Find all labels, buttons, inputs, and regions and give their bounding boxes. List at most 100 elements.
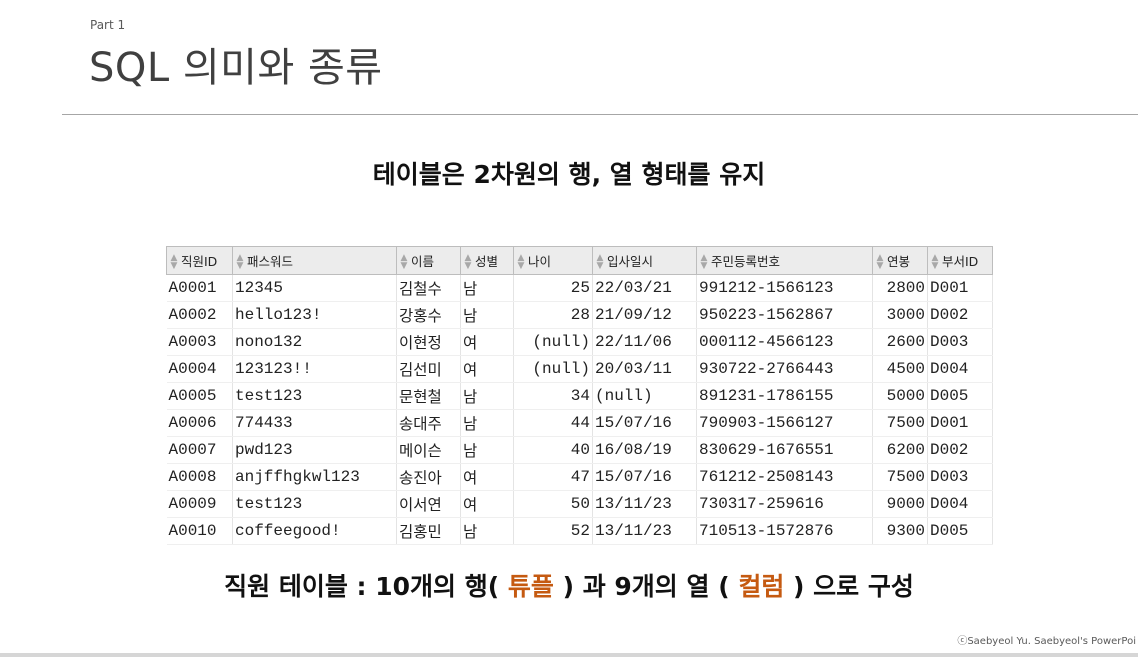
cell-resident-number[interactable]: 830629-1676551 [696, 436, 873, 464]
cell-password[interactable]: nono132 [232, 328, 397, 356]
table-row[interactable]: A0010 coffeegood! 김홍민 남 52 13/11/23 710513-157… [166, 517, 993, 545]
sort-arrows-icon[interactable]: ▲ ▼ [463, 254, 473, 271]
cell-salary[interactable]: 9300 [872, 517, 928, 545]
cell-hire-date[interactable]: 16/08/19 [592, 436, 697, 464]
cell-gender[interactable]: 남 [460, 274, 514, 302]
cell-hire-date[interactable]: 21/09/12 [592, 301, 697, 329]
table-row[interactable]: A0005 test123 문현철 남 34 (null) 891231-1786155 50… [166, 382, 993, 410]
cell-salary[interactable]: 9000 [872, 490, 928, 518]
cell-name[interactable]: 문현철 [396, 382, 461, 410]
cell-department-id[interactable]: D005 [927, 517, 993, 545]
cell-password[interactable]: 123123!! [232, 355, 397, 383]
table-row[interactable]: A0009 test123 이서연 여 50 13/11/23 730317-259616 9… [166, 490, 993, 518]
cell-gender[interactable]: 남 [460, 409, 514, 437]
sort-arrows-icon[interactable]: ▲ ▼ [595, 254, 605, 271]
cell-employee-id[interactable]: A0003 [166, 328, 233, 356]
column-header-gender[interactable]: ▲ ▼ 성별 [460, 246, 514, 275]
cell-name[interactable]: 이서연 [396, 490, 461, 518]
table-row[interactable]: A0008 anjffhgkwl123 송진아 여 47 15/07/16 761212-2… [166, 463, 993, 491]
cell-age[interactable]: 52 [513, 517, 593, 545]
cell-age[interactable]: (null) [513, 328, 593, 356]
cell-password[interactable]: coffeegood! [232, 517, 397, 545]
cell-department-id[interactable]: D002 [927, 301, 993, 329]
sort-arrows-icon[interactable]: ▲ ▼ [699, 254, 709, 271]
cell-department-id[interactable]: D002 [927, 436, 993, 464]
cell-name[interactable]: 메이슨 [396, 436, 461, 464]
column-header-name[interactable]: ▲ ▼ 이름 [396, 246, 461, 275]
cell-salary[interactable]: 5000 [872, 382, 928, 410]
cell-salary[interactable]: 3000 [872, 301, 928, 329]
cell-password[interactable]: 774433 [232, 409, 397, 437]
column-header-age[interactable]: ▲ ▼ 나이 [513, 246, 593, 275]
table-row[interactable]: A0003 nono132 이현정 여 (null) 22/11/06 000112-456… [166, 328, 993, 356]
cell-name[interactable]: 송대주 [396, 409, 461, 437]
cell-department-id[interactable]: D003 [927, 463, 993, 491]
column-header-employee-id[interactable]: ▲ ▼ 직원ID [166, 246, 233, 275]
table-row[interactable]: A0007 pwd123 메이슨 남 40 16/08/19 830629-1676551 6… [166, 436, 993, 464]
cell-department-id[interactable]: D004 [927, 490, 993, 518]
cell-employee-id[interactable]: A0008 [166, 463, 233, 491]
cell-employee-id[interactable]: A0004 [166, 355, 233, 383]
cell-salary[interactable]: 2600 [872, 328, 928, 356]
cell-name[interactable]: 김홍민 [396, 517, 461, 545]
cell-gender[interactable]: 여 [460, 463, 514, 491]
cell-hire-date[interactable]: 15/07/16 [592, 463, 697, 491]
cell-age[interactable]: (null) [513, 355, 593, 383]
cell-salary[interactable]: 2800 [872, 274, 928, 302]
cell-resident-number[interactable]: 950223-1562867 [696, 301, 873, 329]
cell-hire-date[interactable]: (null) [592, 382, 697, 410]
cell-employee-id[interactable]: A0010 [166, 517, 233, 545]
cell-resident-number[interactable]: 891231-1786155 [696, 382, 873, 410]
cell-gender[interactable]: 남 [460, 517, 514, 545]
column-header-password[interactable]: ▲ ▼ 패스워드 [232, 246, 397, 275]
cell-employee-id[interactable]: A0001 [166, 274, 233, 302]
cell-department-id[interactable]: D001 [927, 274, 993, 302]
cell-name[interactable]: 김선미 [396, 355, 461, 383]
cell-salary[interactable]: 6200 [872, 436, 928, 464]
cell-age[interactable]: 28 [513, 301, 593, 329]
cell-employee-id[interactable]: A0009 [166, 490, 233, 518]
cell-gender[interactable]: 남 [460, 301, 514, 329]
table-row[interactable]: A0006 774433 송대주 남 44 15/07/16 790903-1566127 7… [166, 409, 993, 437]
cell-resident-number[interactable]: 930722-2766443 [696, 355, 873, 383]
cell-password[interactable]: test123 [232, 490, 397, 518]
cell-hire-date[interactable]: 15/07/16 [592, 409, 697, 437]
table-row[interactable]: A0002 hello123! 강홍수 남 28 21/09/12 950223-15628… [166, 301, 993, 329]
sort-arrows-icon[interactable]: ▲ ▼ [516, 254, 526, 271]
cell-age[interactable]: 25 [513, 274, 593, 302]
cell-name[interactable]: 강홍수 [396, 301, 461, 329]
cell-password[interactable]: anjffhgkwl123 [232, 463, 397, 491]
cell-resident-number[interactable]: 991212-1566123 [696, 274, 873, 302]
cell-gender[interactable]: 여 [460, 490, 514, 518]
cell-name[interactable]: 이현정 [396, 328, 461, 356]
cell-password[interactable]: pwd123 [232, 436, 397, 464]
cell-resident-number[interactable]: 000112-4566123 [696, 328, 873, 356]
cell-gender[interactable]: 남 [460, 436, 514, 464]
cell-resident-number[interactable]: 790903-1566127 [696, 409, 873, 437]
column-header-salary[interactable]: ▲ ▼ 연봉 [872, 246, 928, 275]
cell-department-id[interactable]: D005 [927, 382, 993, 410]
cell-age[interactable]: 50 [513, 490, 593, 518]
sort-arrows-icon[interactable]: ▲ ▼ [399, 254, 409, 271]
cell-age[interactable]: 34 [513, 382, 593, 410]
cell-department-id[interactable]: D003 [927, 328, 993, 356]
cell-department-id[interactable]: D001 [927, 409, 993, 437]
cell-password[interactable]: test123 [232, 382, 397, 410]
cell-name[interactable]: 김철수 [396, 274, 461, 302]
cell-gender[interactable]: 남 [460, 382, 514, 410]
table-row[interactable]: A0004 123123!! 김선미 여 (null) 20/03/11 930722-27… [166, 355, 993, 383]
cell-hire-date[interactable]: 22/03/21 [592, 274, 697, 302]
table-row[interactable]: A0001 12345 김철수 남 25 22/03/21 991212-1566123 28… [166, 274, 993, 302]
cell-resident-number[interactable]: 730317-259616 [696, 490, 873, 518]
cell-resident-number[interactable]: 710513-1572876 [696, 517, 873, 545]
cell-employee-id[interactable]: A0002 [166, 301, 233, 329]
column-header-hire-date[interactable]: ▲ ▼ 입사일시 [592, 246, 697, 275]
cell-name[interactable]: 송진아 [396, 463, 461, 491]
sort-arrows-icon[interactable]: ▲ ▼ [930, 254, 940, 271]
cell-password[interactable]: 12345 [232, 274, 397, 302]
cell-department-id[interactable]: D004 [927, 355, 993, 383]
sort-arrows-icon[interactable]: ▲ ▼ [235, 254, 245, 271]
cell-employee-id[interactable]: A0007 [166, 436, 233, 464]
sort-arrows-icon[interactable]: ▲ ▼ [875, 254, 885, 271]
cell-age[interactable]: 40 [513, 436, 593, 464]
